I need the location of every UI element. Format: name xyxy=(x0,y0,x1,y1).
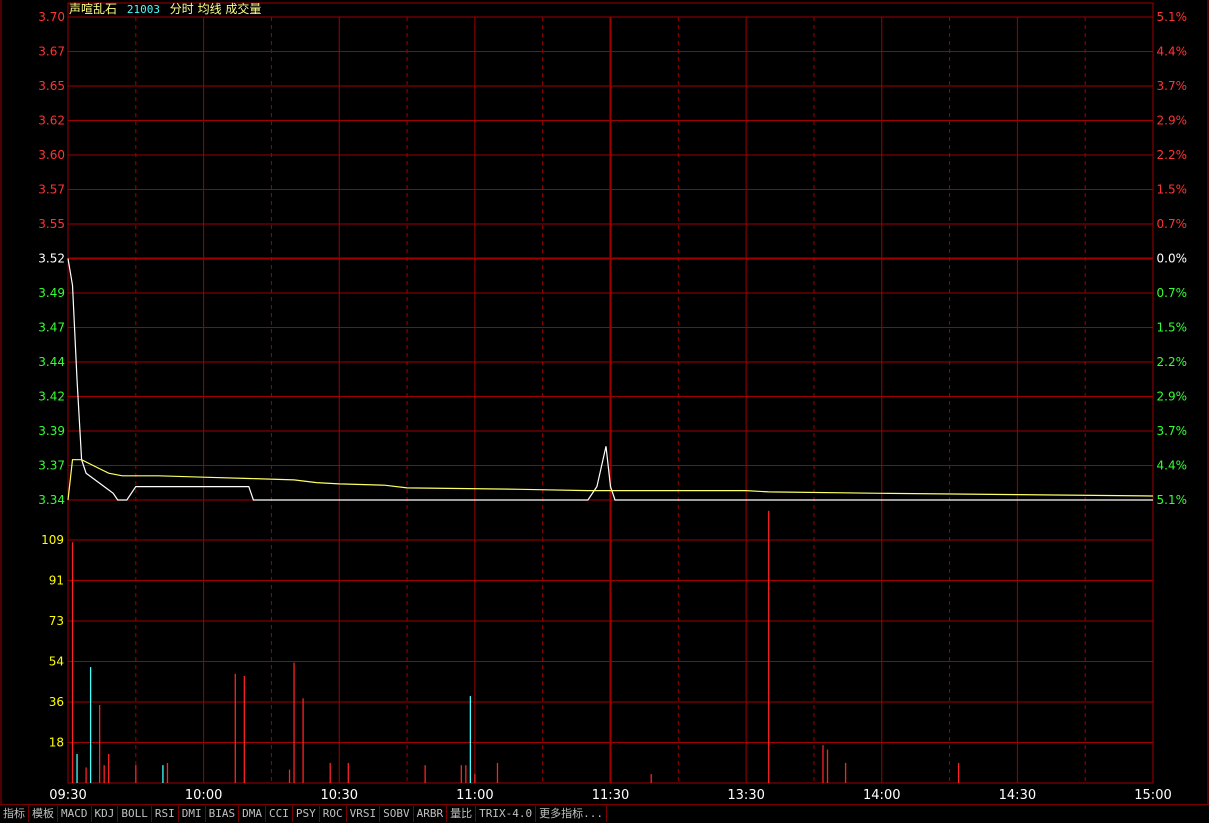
percent-tick-label: 2.2% xyxy=(1157,148,1188,162)
price-tick-label: 3.60 xyxy=(38,148,65,162)
price-tick-label: 3.42 xyxy=(38,390,65,404)
price-tick-label: 3.44 xyxy=(38,355,65,369)
price-tick-label: 3.67 xyxy=(38,45,65,59)
percent-axis-right: 5.1% 4.4% 3.7% 2.9% 2.2% 1.5% 0.7% 0.0% 0.7% 1.5%… xyxy=(1157,10,1188,507)
price-tick-label: 3.55 xyxy=(38,217,65,231)
time-axis: 09:30 10:00 10:30 11:00 11:30 13:30 14:00 14:30… xyxy=(49,788,1171,803)
percent-tick-label: 2.2% xyxy=(1157,355,1188,369)
indicator-tab-2[interactable]: 模板 xyxy=(29,806,58,822)
percent-tick-label: 0.7% xyxy=(1157,217,1188,231)
price-tick-label: 3.34 xyxy=(38,493,65,507)
indicator-tab-13[interactable]: VRSI xyxy=(347,806,381,822)
price-tick-label: 3.52 xyxy=(38,252,65,266)
stock-code: 21003 xyxy=(126,3,160,16)
indicator-tab-11[interactable]: PSY xyxy=(293,806,320,822)
percent-tick-label: 3.7% xyxy=(1157,424,1188,438)
price-tick-label: 3.65 xyxy=(38,79,65,93)
percent-tick-label: 0.0% xyxy=(1157,252,1188,266)
percent-tick-label: 0.7% xyxy=(1157,286,1188,300)
stock-name: 声喧乱石 xyxy=(69,2,118,16)
indicator-tab-8[interactable]: BIAS xyxy=(206,806,240,822)
indicator-tab-4[interactable]: KDJ xyxy=(92,806,119,822)
indicator-tab-5[interactable]: BOLL xyxy=(118,806,152,822)
indicator-tab-17[interactable]: TRIX-4.0 xyxy=(476,806,537,822)
indicator-tab-12[interactable]: ROC xyxy=(320,806,347,822)
intraday-chart[interactable]: 3.70 3.67 3.65 3.62 3.60 3.57 3.55 3.52 3.49 3.47… xyxy=(0,0,1209,804)
indicator-tab-14[interactable]: SOBV xyxy=(380,806,414,822)
time-tick-label: 13:30 xyxy=(727,788,764,803)
chart-grid xyxy=(0,0,1209,804)
time-tick-label: 14:00 xyxy=(863,788,900,803)
price-tick-label: 3.49 xyxy=(38,286,65,300)
percent-tick-label: 4.4% xyxy=(1157,459,1188,473)
volume-tick-label: 73 xyxy=(49,614,64,628)
percent-tick-label: 1.5% xyxy=(1157,183,1188,197)
chart-indicator-labels: 分时 均线 成交量 xyxy=(169,2,262,16)
volume-axis: 109 91 73 54 36 18 xyxy=(41,533,64,750)
time-tick-label: 15:00 xyxy=(1134,788,1171,803)
price-tick-label: 3.70 xyxy=(38,10,65,24)
time-tick-label: 10:30 xyxy=(321,788,358,803)
time-tick-label: 14:30 xyxy=(999,788,1036,803)
percent-tick-label: 3.7% xyxy=(1157,79,1188,93)
percent-tick-label: 2.9% xyxy=(1157,390,1188,404)
indicator-tab-bar: 指标 模板 MACD KDJ BOLL RSI DMI BIAS DMA CCI PSY ROC VRS… xyxy=(0,804,1209,823)
indicator-tab-9[interactable]: DMA xyxy=(239,806,266,822)
time-tick-label: 11:00 xyxy=(456,788,493,803)
indicator-tab-6[interactable]: RSI xyxy=(152,806,179,822)
price-tick-label: 3.39 xyxy=(38,424,65,438)
indicator-tab-15[interactable]: ARBR xyxy=(414,806,448,822)
percent-tick-label: 5.1% xyxy=(1157,493,1188,507)
volume-tick-label: 36 xyxy=(49,695,64,709)
percent-tick-label: 5.1% xyxy=(1157,10,1188,24)
volume-tick-label: 54 xyxy=(49,655,64,669)
volume-tick-label: 109 xyxy=(41,533,64,547)
time-tick-label: 11:30 xyxy=(592,788,629,803)
price-tick-label: 3.57 xyxy=(38,183,65,197)
percent-tick-label: 1.5% xyxy=(1157,321,1188,335)
indicator-tab-16[interactable]: 量比 xyxy=(447,806,477,822)
time-tick-label: 09:30 xyxy=(49,788,86,803)
volume-tick-label: 18 xyxy=(49,736,64,750)
price-tick-label: 3.47 xyxy=(38,321,65,335)
indicator-tab-1[interactable]: 指标 xyxy=(0,806,29,822)
chart-header: 声喧乱石 21003 分时 均线 成交量 xyxy=(69,2,261,17)
percent-tick-label: 2.9% xyxy=(1157,114,1188,128)
indicator-tab-10[interactable]: CCI xyxy=(266,806,293,822)
price-tick-label: 3.37 xyxy=(38,459,65,473)
volume-tick-label: 91 xyxy=(49,574,64,588)
percent-tick-label: 4.4% xyxy=(1157,45,1188,59)
price-tick-label: 3.62 xyxy=(38,114,65,128)
time-tick-label: 10:00 xyxy=(185,788,222,803)
indicator-tab-7[interactable]: DMI xyxy=(179,806,206,822)
indicator-tab-18[interactable]: 更多指标... xyxy=(536,806,607,822)
indicator-tab-3[interactable]: MACD xyxy=(58,806,92,822)
price-axis-left: 3.70 3.67 3.65 3.62 3.60 3.57 3.55 3.52 3.49 3.47… xyxy=(38,10,65,507)
